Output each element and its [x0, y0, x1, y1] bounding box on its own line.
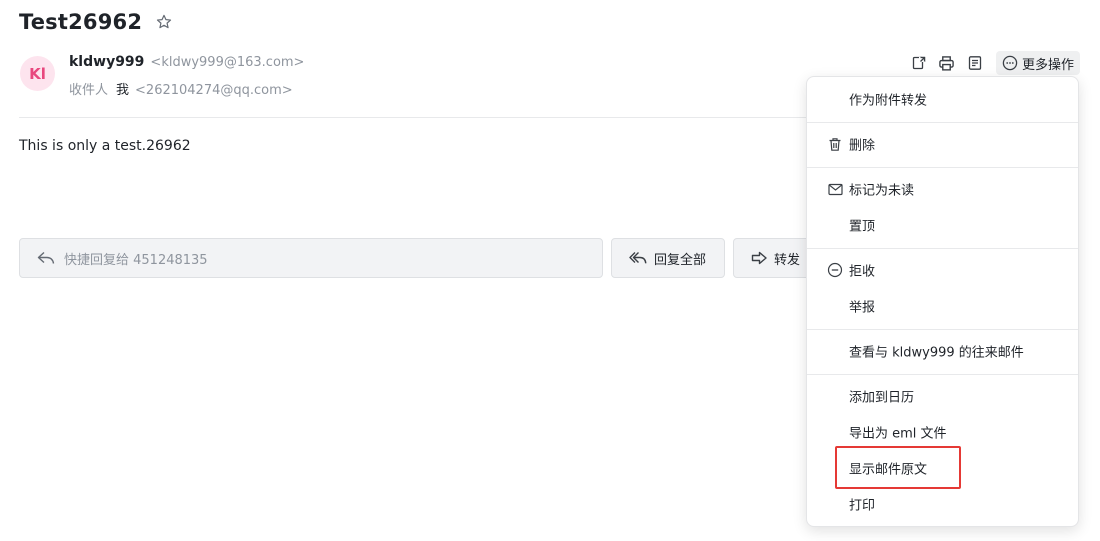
note-icon[interactable]	[965, 53, 985, 73]
menu-item-label: 查看与 kldwy999 的往来邮件	[849, 345, 1024, 361]
more-actions-button[interactable]: 更多操作	[995, 51, 1080, 75]
menu-item-mark-unread[interactable]: 标记为未读	[807, 171, 1078, 207]
header-divider	[19, 117, 809, 118]
recipient-name[interactable]: 我	[116, 79, 129, 98]
menu-item-label: 置顶	[849, 219, 876, 235]
sender-line: kldwy999 <kldwy999@163.com>	[69, 54, 304, 70]
menu-item-label: 添加到日历	[849, 390, 915, 406]
more-actions-menu: 作为附件转发 删除 标记为未读 置顶 拒收 举报 查看与 kldwy999 的往…	[806, 76, 1079, 527]
menu-item-show-original[interactable]: 显示邮件原文	[807, 450, 1078, 486]
sender-name[interactable]: kldwy999	[69, 54, 144, 70]
menu-divider	[807, 374, 1078, 375]
reply-all-button[interactable]: 回复全部	[611, 238, 725, 278]
reply-all-label: 回复全部	[654, 252, 707, 268]
menu-item-reject[interactable]: 拒收	[807, 252, 1078, 288]
recipient-email: <262104274@qq.com>	[135, 83, 293, 98]
reply-icon	[36, 250, 56, 266]
menu-divider	[807, 329, 1078, 330]
recipient-label: 收件人	[69, 83, 109, 98]
mail-body: This is only a test.26962	[19, 138, 191, 154]
menu-item-label: 拒收	[849, 264, 876, 280]
menu-divider	[807, 248, 1078, 249]
quick-reply-placeholder: 快捷回复给 451248135	[64, 252, 208, 268]
star-icon[interactable]	[154, 12, 174, 32]
menu-item-label: 举报	[849, 300, 876, 316]
menu-item-label: 删除	[849, 138, 876, 154]
menu-item-view-correspondence[interactable]: 查看与 kldwy999 的往来邮件	[807, 333, 1078, 369]
quick-reply-input[interactable]: 快捷回复给 451248135	[19, 238, 603, 278]
trash-icon	[827, 136, 843, 152]
menu-item-label: 标记为未读	[849, 183, 915, 199]
menu-item-delete[interactable]: 删除	[807, 126, 1078, 162]
reply-all-icon	[628, 250, 648, 266]
menu-item-export-eml[interactable]: 导出为 eml 文件	[807, 414, 1078, 450]
menu-divider	[807, 167, 1078, 168]
menu-item-label: 显示邮件原文	[849, 462, 928, 478]
mail-subject-row: Test26962	[19, 10, 174, 34]
menu-item-print[interactable]: 打印	[807, 486, 1078, 522]
menu-item-label: 导出为 eml 文件	[849, 426, 947, 442]
block-icon	[827, 262, 843, 278]
menu-item-report[interactable]: 举报	[807, 288, 1078, 324]
recipient-line: 收件人 我 <262104274@qq.com>	[69, 79, 293, 98]
mail-icon	[827, 181, 843, 197]
forward-label: 转发	[774, 252, 801, 268]
new-window-icon[interactable]	[909, 53, 929, 73]
more-actions-label: 更多操作	[1021, 57, 1074, 73]
forward-icon	[750, 250, 768, 266]
menu-item-label: 作为附件转发	[849, 93, 928, 109]
mail-toolbar: 更多操作	[901, 51, 1080, 75]
sender-email: <kldwy999@163.com>	[150, 55, 305, 70]
avatar: Kl	[20, 56, 55, 91]
print-icon[interactable]	[937, 53, 957, 73]
menu-item-add-to-calendar[interactable]: 添加到日历	[807, 378, 1078, 414]
menu-divider	[807, 122, 1078, 123]
menu-item-label: 打印	[849, 498, 876, 514]
mail-subject: Test26962	[19, 10, 143, 34]
more-dots-icon	[1002, 55, 1018, 71]
menu-item-forward-as-attachment[interactable]: 作为附件转发	[807, 81, 1078, 117]
menu-item-pin-top[interactable]: 置顶	[807, 207, 1078, 243]
